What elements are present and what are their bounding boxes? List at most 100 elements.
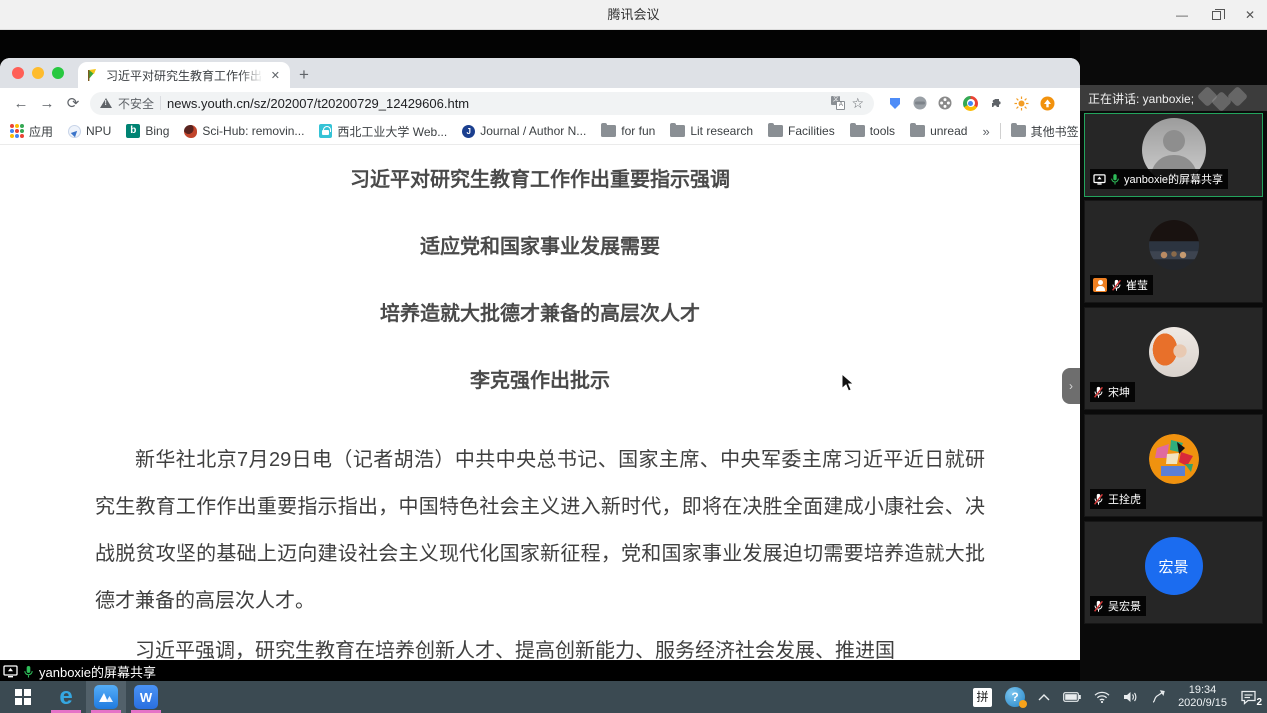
forward-button[interactable]: → [34,90,60,116]
bookmarks-overflow-chevron[interactable]: » [982,124,989,139]
avatar [1149,220,1199,270]
raven-icon [184,125,197,138]
lock-icon [319,124,332,138]
participant-tile-songkun[interactable]: 宋坤 [1084,307,1263,410]
start-button[interactable] [0,681,46,713]
tab-strip: 习近平对研究生教育工作作出重要指示强调 ✕ + [0,58,1080,88]
bookmark-star-icon[interactable]: ☆ [851,95,864,112]
wifi-icon[interactable] [1094,691,1110,703]
participant-tile-cuiying[interactable]: 崔莹 [1084,200,1263,303]
battery-icon[interactable] [1063,692,1081,702]
blue-shield-extension-icon[interactable] [888,96,902,110]
not-secure-label[interactable]: 不安全 [118,95,154,112]
sun-extension-icon[interactable] [1014,96,1029,111]
site-favicon-icon [86,68,100,82]
npu-icon [68,125,81,138]
mac-close-icon[interactable] [12,67,24,79]
participant-name: 吴宏景 [1108,598,1141,614]
folder-icon [1011,125,1026,137]
chrome-extension-icon[interactable] [963,96,978,111]
participants-panel: 正在讲话: yanboxie; yanboxie的屏幕共享 崔莹 [1080,30,1267,681]
not-secure-icon: ! [100,98,112,108]
taskbar-clock[interactable]: 19:34 2020/9/15 [1178,684,1227,710]
folder-icon [601,125,616,137]
article-heading-3: 培养造就大批德才兼备的高层次人才 [95,303,985,325]
back-button[interactable]: ← [8,90,34,116]
share-banner-label: yanboxie的屏幕共享 [39,662,156,681]
participant-tile-wangshuanhu[interactable]: 王拴虎 [1084,414,1263,517]
participant-name: 宋坤 [1108,384,1130,400]
windows-logo-icon [15,689,31,705]
article-paragraph-2: 习近平强调，研究生教育在培养创新人才、提高创新能力、服务经济社会发展、推进国 [95,628,985,660]
article: 习近平对研究生教育工作作出重要指示强调 适应党和国家事业发展需要 培养造就大批德… [95,145,985,660]
participant-tile-yanboxie[interactable]: yanboxie的屏幕共享 [1084,113,1263,197]
bookmark-folder-unread[interactable]: unread [910,124,967,138]
bookmark-folder-for-fun[interactable]: for fun [601,124,655,138]
participant-name: 王拴虎 [1108,491,1141,507]
browser-tab[interactable]: 习近平对研究生教育工作作出重要指示强调 ✕ [78,62,290,88]
bookmark-nwpu-web[interactable]: 西北工业大学 Web... [319,123,447,140]
article-paragraph-1: 新华社北京7月29日电（记者胡浩）中共中央总书记、国家主席、中央军委主席习近平近… [95,437,985,625]
taskbar-tencent-meeting[interactable] [86,681,126,713]
question-badge-icon[interactable]: ? [1005,687,1025,707]
browser-toolbar: ← → ⟳ ! 不安全 news.youth.cn/sz/202007/t202… [0,88,1080,118]
bookmark-folder-lit-research[interactable]: Lit research [670,124,753,138]
tab-title: 习近平对研究生教育工作作出重要指示强调 [106,67,263,84]
new-tab-button[interactable]: + [290,62,318,88]
pen-icon[interactable] [1151,690,1165,704]
taskbar-wps[interactable]: W [126,681,166,713]
mac-minimize-icon[interactable] [32,67,44,79]
orange-arrow-extension-icon[interactable] [1040,96,1055,111]
participant-name: 崔莹 [1126,277,1148,293]
close-button[interactable]: ✕ [1233,0,1267,30]
shared-screen-stage: 习近平对研究生教育工作作出重要指示强调 ✕ + ← → ⟳ ! 不安全 news… [0,30,1267,681]
microphone-on-icon [23,665,34,679]
microphone-muted-icon [1111,279,1122,292]
notification-count-badge: 2 [1256,697,1262,708]
film-reel-extension-icon[interactable] [938,96,952,110]
meeting-logo-icon [1227,86,1248,107]
gray-circle-extension-icon[interactable] [913,96,927,110]
tab-close-icon[interactable]: ✕ [269,69,282,82]
panel-expand-handle[interactable]: › [1062,368,1080,404]
bookmark-journal[interactable]: JJournal / Author N... [462,124,586,138]
tencent-meeting-icon [94,685,118,709]
bookmark-folder-tools[interactable]: tools [850,124,895,138]
bookmark-apps[interactable]: 应用 [10,123,53,140]
bookmarks-bar: 应用 NPU bBing Sci-Hub: removin... 西北工业大学 … [0,118,1080,145]
speaking-indicator: 正在讲话: yanboxie; [1080,85,1267,111]
action-center-icon [1240,690,1257,705]
bookmark-scihub[interactable]: Sci-Hub: removin... [184,124,304,138]
extensions-puzzle-icon[interactable] [989,96,1003,110]
action-center-button[interactable]: 2 [1240,690,1257,705]
speaker-icon[interactable] [1123,691,1138,703]
bookmark-bing[interactable]: bBing [126,124,169,138]
participant-label: yanboxie的屏幕共享 [1090,169,1228,189]
mac-zoom-icon[interactable] [52,67,64,79]
restore-button[interactable] [1199,0,1233,30]
participant-tile-wuhongjing[interactable]: 宏景 吴宏景 [1084,521,1263,624]
tray-chevron-icon[interactable] [1038,693,1050,701]
clock-date: 2020/9/15 [1178,697,1227,710]
bookmark-folder-facilities[interactable]: Facilities [768,124,835,138]
system-tray: 拼 ? 19:34 2020/9/15 2 [973,681,1267,713]
reload-button[interactable]: ⟳ [60,90,86,116]
bookmark-npu[interactable]: NPU [68,124,111,138]
windows-taskbar: e W 拼 ? 19:34 2020/9/15 2 [0,681,1267,713]
translate-icon[interactable]: 文A [831,96,845,110]
taskbar-edge[interactable]: e [46,681,86,713]
url-text[interactable]: news.youth.cn/sz/202007/t20200729_124296… [167,96,469,111]
meeting-titlebar: 腾讯会议 — ✕ [0,0,1267,30]
extension-icons [888,96,1055,111]
window-title: 腾讯会议 [0,0,1267,30]
minimize-button[interactable]: — [1165,0,1199,30]
bookmark-folder-other[interactable]: 其他书签 [1011,123,1079,140]
edge-icon: e [59,685,72,709]
ime-indicator[interactable]: 拼 [973,688,992,707]
avatar [1149,434,1199,484]
notification-dot [1019,700,1027,708]
microphone-muted-icon [1093,600,1104,613]
mac-traffic-lights [0,58,78,88]
address-bar[interactable]: ! 不安全 news.youth.cn/sz/202007/t20200729_… [90,92,874,115]
omnibox-divider [160,96,161,110]
